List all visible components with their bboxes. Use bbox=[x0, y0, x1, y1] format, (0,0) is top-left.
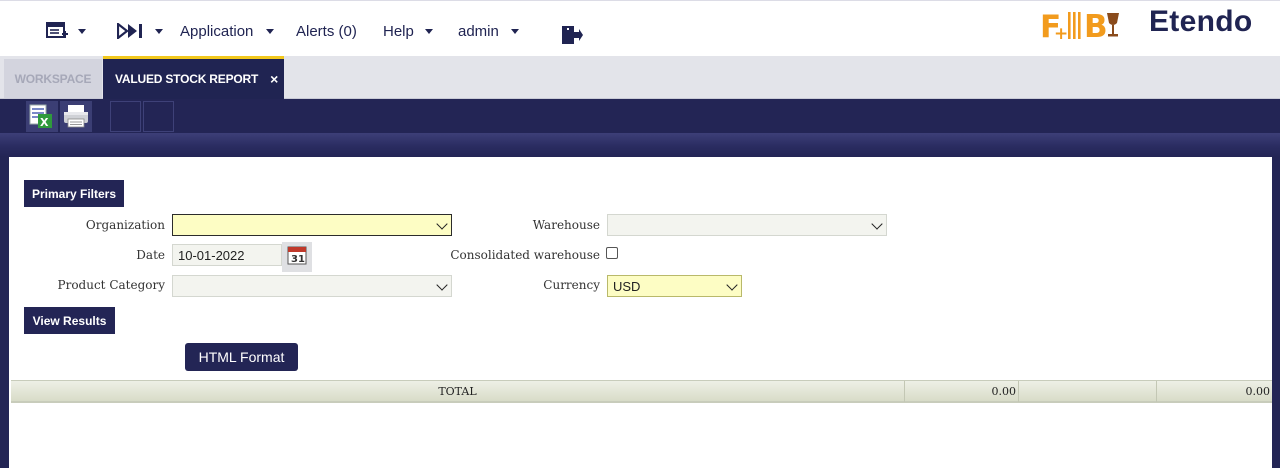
chevron-down-icon bbox=[424, 28, 433, 34]
toolbar-empty-button[interactable] bbox=[143, 101, 174, 132]
new-window-icon bbox=[46, 22, 68, 40]
application-menu[interactable]: Application bbox=[180, 21, 275, 41]
logout-button[interactable] bbox=[561, 25, 583, 45]
toolbar-subbar bbox=[0, 133, 1280, 157]
new-window-menu[interactable] bbox=[46, 21, 86, 41]
date-label: Date bbox=[136, 248, 165, 262]
chevron-down-icon bbox=[155, 28, 163, 34]
help-menu[interactable]: Help bbox=[383, 21, 433, 41]
tab-valued-stock-report[interactable]: VALUED STOCK REPORT × bbox=[103, 56, 284, 99]
toolbar-empty-button[interactable] bbox=[110, 101, 141, 132]
report-content bbox=[9, 157, 1272, 468]
warehouse-select[interactable] bbox=[607, 214, 887, 236]
calendar-icon: 31 bbox=[287, 245, 307, 270]
product-category-select[interactable] bbox=[172, 275, 452, 297]
chevron-down-icon bbox=[78, 28, 86, 34]
close-icon[interactable]: × bbox=[270, 71, 278, 87]
view-results-section[interactable]: View Results bbox=[24, 307, 115, 334]
tab-workspace[interactable]: WORKSPACE bbox=[4, 59, 102, 98]
svg-text:X: X bbox=[40, 116, 49, 129]
top-navigation-bar: Application Alerts (0) Help admin F + B bbox=[0, 0, 1280, 56]
html-format-button[interactable]: HTML Format bbox=[185, 343, 298, 371]
chevron-down-icon bbox=[266, 28, 275, 34]
svg-text:+: + bbox=[1054, 24, 1069, 43]
currency-label: Currency bbox=[543, 278, 600, 292]
user-menu[interactable]: admin bbox=[458, 21, 519, 41]
chevron-down-icon bbox=[726, 279, 738, 291]
consolidated-warehouse-checkbox[interactable] bbox=[606, 247, 618, 259]
date-value: 10-01-2022 bbox=[178, 247, 245, 263]
logout-icon bbox=[561, 24, 583, 46]
fib-logo: F + B bbox=[1040, 7, 1122, 43]
total-value: 0.00 bbox=[1245, 385, 1271, 398]
total-label: TOTAL bbox=[11, 381, 905, 402]
chevron-down-icon bbox=[871, 218, 883, 230]
calendar-button[interactable]: 31 bbox=[282, 242, 312, 272]
total-empty-cell bbox=[1019, 381, 1157, 402]
application-menu-label: Application bbox=[180, 22, 254, 40]
alerts-label: Alerts (0) bbox=[296, 22, 357, 40]
total-row: TOTAL 0.00 0.00 bbox=[11, 380, 1272, 403]
consolidated-warehouse-label: Consolidated warehouse bbox=[450, 248, 600, 262]
currency-select[interactable]: USD bbox=[607, 275, 742, 297]
tab-title: VALUED STOCK REPORT bbox=[115, 72, 259, 86]
tab-strip: WORKSPACE VALUED STOCK REPORT × bbox=[0, 56, 1280, 99]
print-button[interactable] bbox=[60, 101, 92, 132]
warehouse-label: Warehouse bbox=[532, 218, 600, 232]
etendo-logo: Etendo bbox=[1149, 5, 1253, 38]
user-menu-label: admin bbox=[458, 22, 499, 40]
chevron-down-icon bbox=[510, 28, 519, 34]
product-category-label: Product Category bbox=[57, 278, 165, 292]
svg-text:B: B bbox=[1084, 9, 1109, 43]
primary-filters-section[interactable]: Primary Filters bbox=[24, 180, 124, 207]
quick-launch-menu[interactable] bbox=[117, 21, 163, 41]
alerts-link[interactable]: Alerts (0) bbox=[296, 21, 357, 41]
total-value: 0.00 bbox=[905, 381, 1019, 402]
organization-label: Organization bbox=[85, 218, 165, 232]
date-input[interactable]: 10-01-2022 bbox=[172, 244, 282, 266]
help-menu-label: Help bbox=[383, 22, 414, 40]
export-spreadsheet-button[interactable]: X bbox=[26, 101, 58, 132]
svg-text:31: 31 bbox=[291, 254, 305, 265]
organization-select[interactable] bbox=[172, 214, 452, 236]
currency-value: USD bbox=[613, 278, 641, 294]
quick-launch-icon bbox=[117, 23, 145, 39]
